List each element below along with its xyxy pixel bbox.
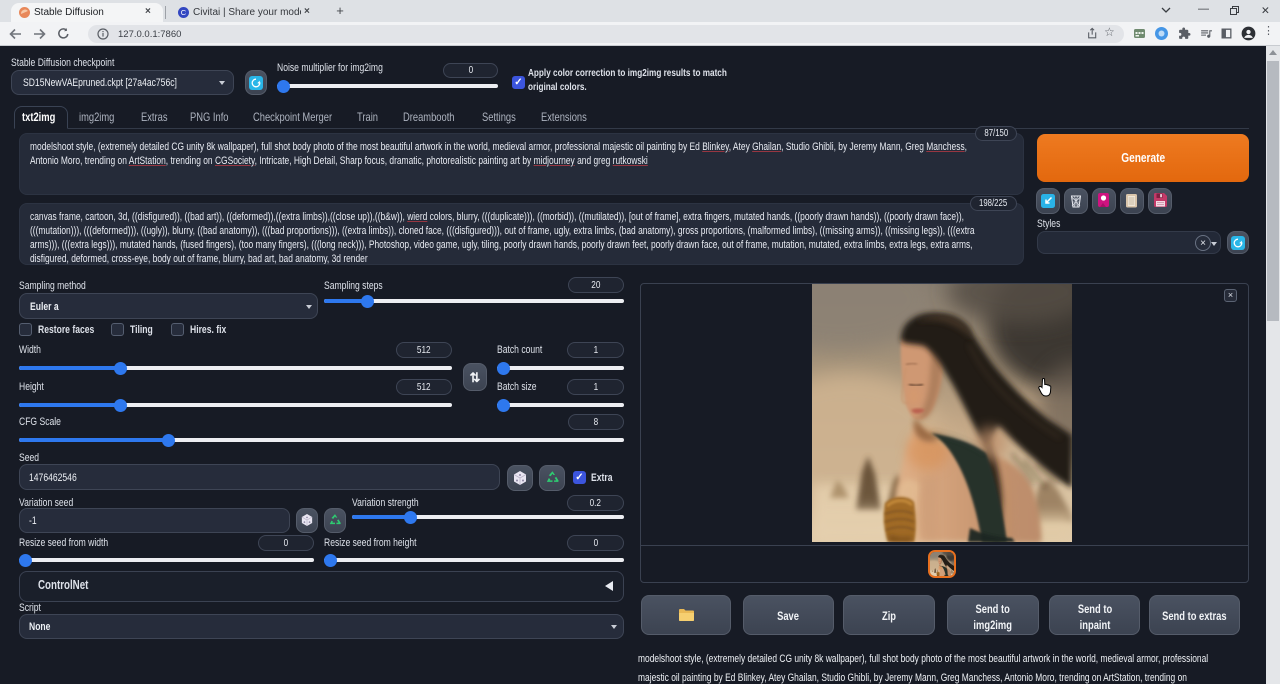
svg-text:C: C — [181, 8, 187, 17]
